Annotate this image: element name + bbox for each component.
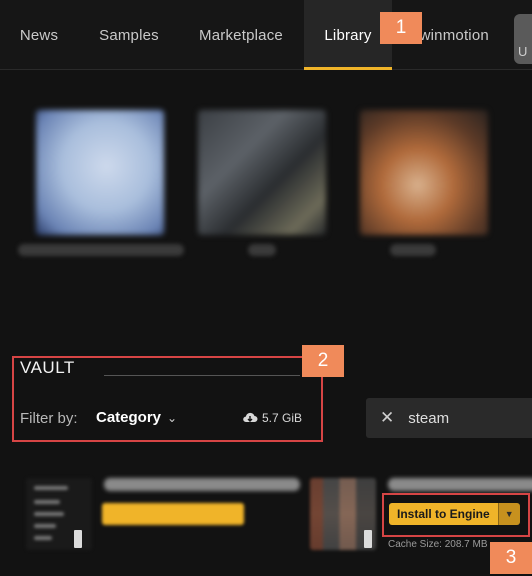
tab-library[interactable]: Library [304,0,392,70]
vault-size-text: 5.7 GiB [262,411,303,425]
vault-title: VAULT [20,358,75,377]
recent-project-thumbnail[interactable] [198,110,326,235]
category-filter-value: Category [96,409,162,426]
recent-project-thumbnail[interactable] [36,110,164,235]
recent-project-label [248,244,276,256]
vault-size: 5.7 GiB [242,411,302,425]
cache-size: Cache Size: 208.7 MB [388,539,488,550]
launcher-window: News Samples Marketplace Library Twinmot… [0,0,532,576]
tab-samples[interactable]: Samples [84,0,174,70]
recent-project-label [18,244,184,256]
install-to-engine-button[interactable] [102,503,244,525]
recent-project-thumbnail[interactable] [360,110,488,235]
callout-1: 1 [380,12,422,44]
item-badge [74,530,82,548]
search-value: steam [408,409,450,427]
install-to-engine-button[interactable]: Install to Engine ▼ [389,503,520,525]
vault-search-input[interactable]: ✕ steam [366,398,532,438]
tab-overflow-edge[interactable]: U [514,14,532,64]
install-to-engine-label[interactable]: Install to Engine [389,503,498,525]
cloud-download-icon [243,412,258,423]
recent-project-label [390,244,436,256]
filter-label: Filter by: [20,410,78,427]
top-tab-bar: News Samples Marketplace Library Twinmot… [0,0,532,70]
chevron-down-icon: ⌄ [167,410,178,425]
caret-down-icon[interactable]: ▼ [497,503,520,525]
vault-item-title [104,478,300,491]
category-filter-dropdown[interactable]: Category ⌄ [96,409,177,426]
tab-news[interactable]: News [8,0,70,70]
vault-divider [104,375,300,376]
vault-item-thumbnail[interactable] [26,478,92,550]
vault-item-title [388,478,532,491]
item-badge [364,530,372,548]
callout-2: 2 [302,345,344,377]
callout-3: 3 [490,542,532,574]
close-icon[interactable]: ✕ [380,408,394,428]
tab-marketplace[interactable]: Marketplace [186,0,296,70]
